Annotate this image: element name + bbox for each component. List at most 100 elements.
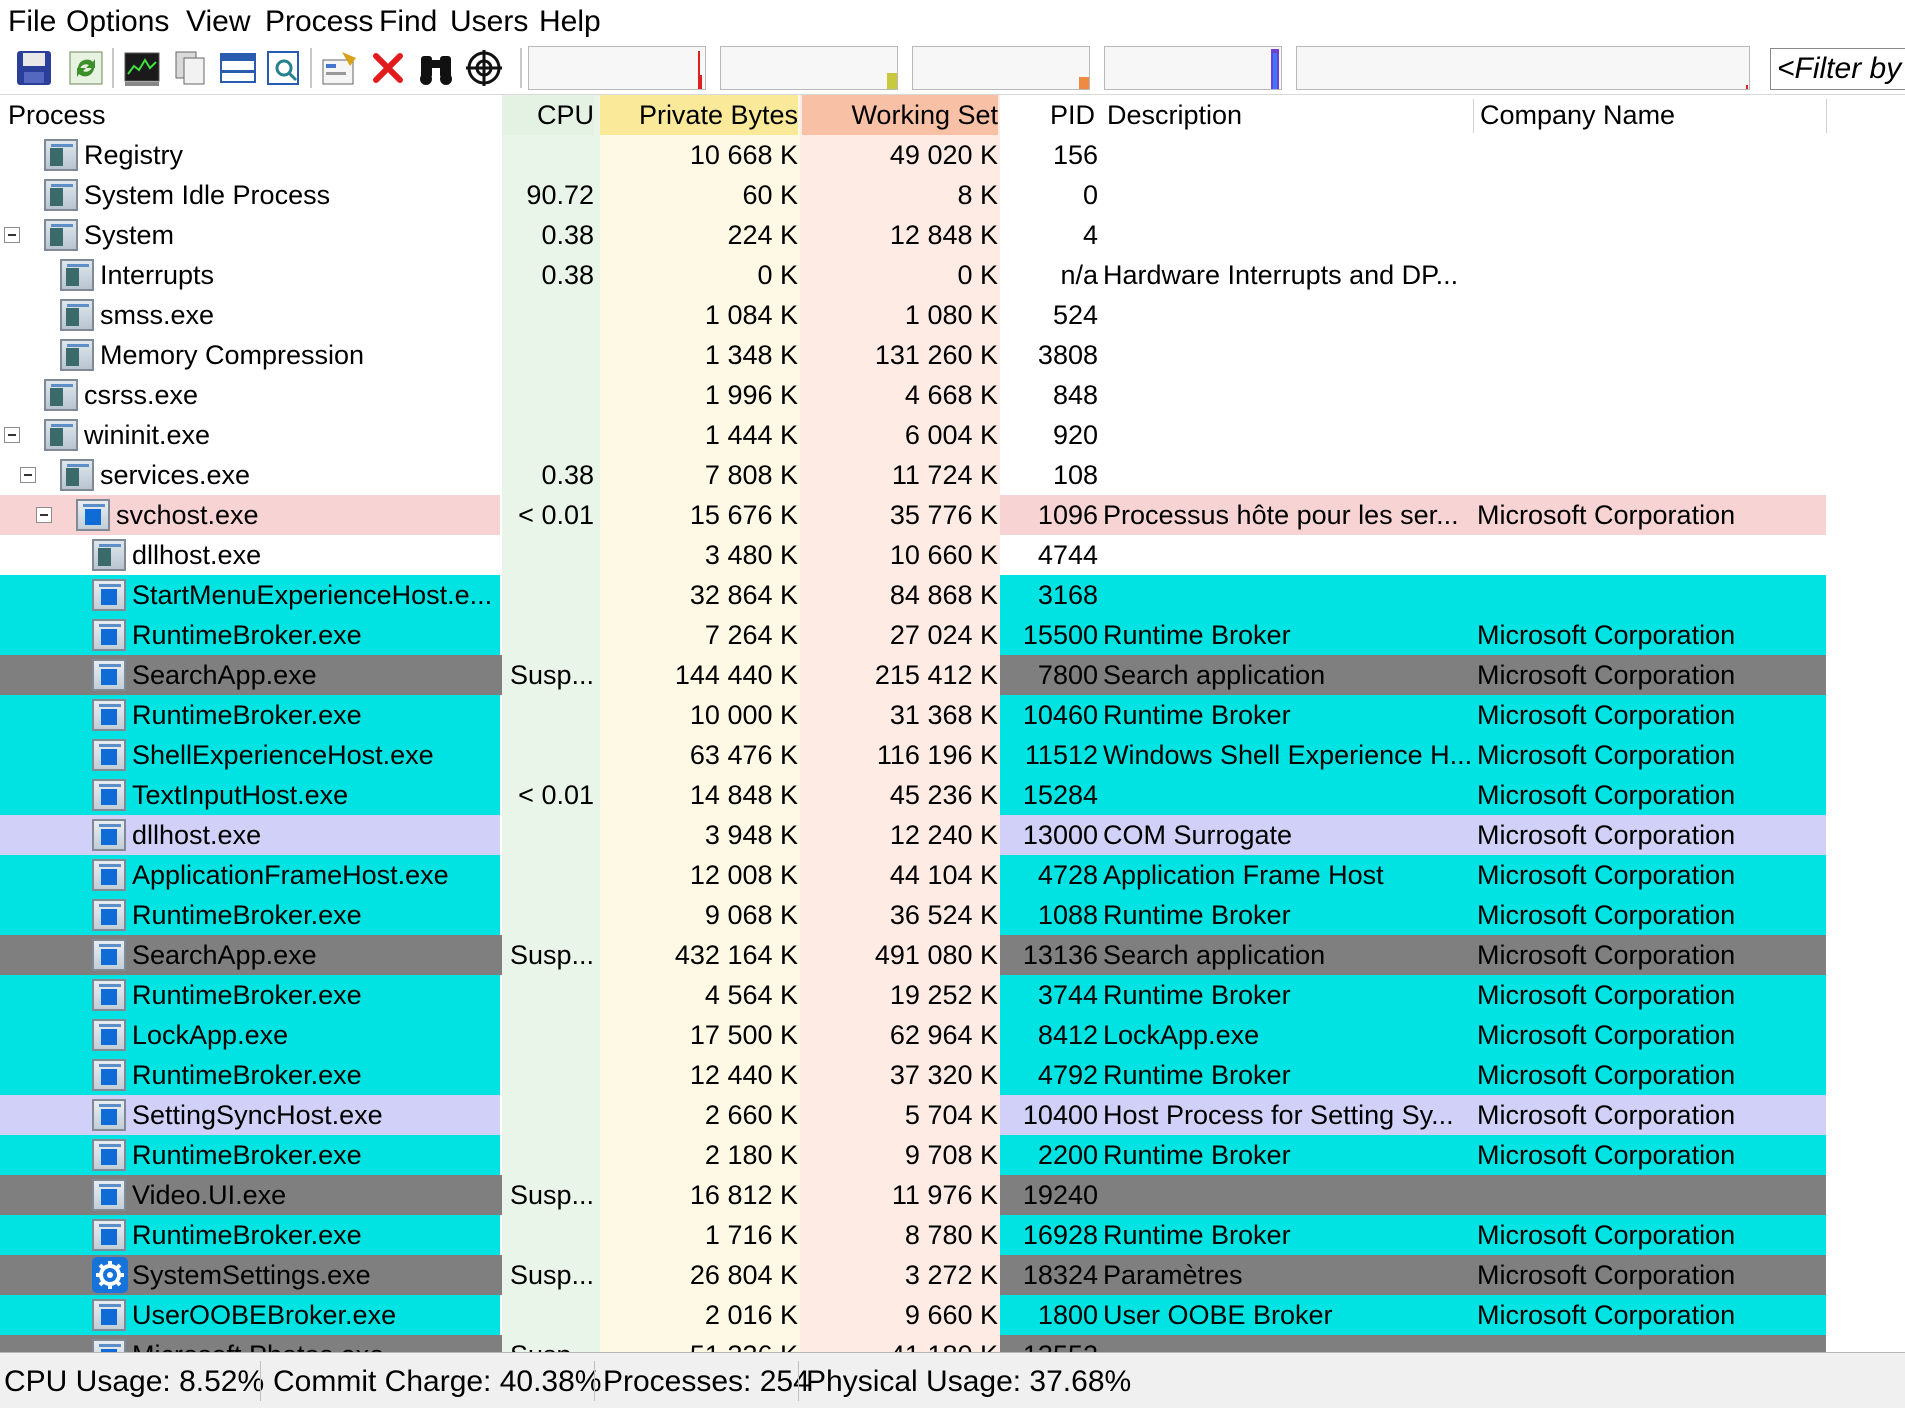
private-bytes-value: 1 716 K xyxy=(704,1220,798,1250)
table-row[interactable]: UserOOBEBroker.exe 2 016 K 9 660 K 1800 User… xyxy=(0,1295,1905,1335)
table-row[interactable]: RuntimeBroker.exe 1 716 K 8 780 K 16928 Runt… xyxy=(0,1215,1905,1255)
window-icon[interactable] xyxy=(216,46,260,90)
table-row[interactable]: wininit.exe 1 444 K 6 004 K 920 xyxy=(0,415,1905,455)
refresh-icon[interactable] xyxy=(64,46,108,90)
copy-icon[interactable] xyxy=(168,46,212,90)
description-value xyxy=(1103,135,1475,175)
table-row[interactable]: SettingSyncHost.exe 2 660 K 5 704 K 10400 Ho… xyxy=(0,1095,1905,1135)
table-row[interactable]: ShellExperienceHost.exe 63 476 K 116 196 K… xyxy=(0,735,1905,775)
io-graph[interactable] xyxy=(912,46,1090,90)
table-row[interactable]: dllhost.exe 3 948 K 12 240 K 13000 COM Surro… xyxy=(0,815,1905,855)
table-row[interactable]: RuntimeBroker.exe 2 180 K 9 708 K 2200 Runti… xyxy=(0,1135,1905,1175)
commit-graph[interactable] xyxy=(720,46,898,90)
column-header-pid[interactable]: PID xyxy=(1000,95,1095,135)
table-row[interactable]: Microsoft.Photos.exeSusp... 51 336 K41 18… xyxy=(0,1335,1905,1352)
company-value: Microsoft Corporation xyxy=(1477,1260,1736,1290)
app-window-icon xyxy=(92,1019,126,1051)
description-value: Runtime Broker xyxy=(1103,700,1291,730)
working-set-value: 116 196 K xyxy=(876,740,998,770)
table-row[interactable]: Interrupts 0.38 0 K 0 K n/a Hardware Interrup… xyxy=(0,255,1905,295)
find-binoculars-icon[interactable] xyxy=(414,46,458,90)
pid-value: 848 xyxy=(1052,380,1098,410)
pid-value: 10400 xyxy=(1022,1100,1098,1130)
table-row[interactable]: svchost.exe < 0.01 15 676 K 35 776 K 1096 Pro… xyxy=(0,495,1905,535)
process-name: ShellExperienceHost.exe xyxy=(132,740,434,770)
working-set-value: 84 868 K xyxy=(889,580,998,610)
menu-process[interactable]: Process xyxy=(265,4,373,40)
target-crosshair-icon[interactable] xyxy=(462,46,506,90)
app-window-icon xyxy=(92,1299,126,1331)
table-row[interactable]: csrss.exe 1 996 K 4 668 K 848 xyxy=(0,375,1905,415)
menu-options[interactable]: Options xyxy=(66,4,169,40)
table-row[interactable]: LockApp.exe 17 500 K 62 964 K 8412 LockApp.e… xyxy=(0,1015,1905,1055)
collapse-toggle-icon[interactable] xyxy=(20,467,36,483)
table-row[interactable]: StartMenuExperienceHost.e... 32 864 K 84 8… xyxy=(0,575,1905,615)
table-row[interactable]: SearchApp.exe Susp... 432 164 K 491 080 K 13… xyxy=(0,935,1905,975)
menu-file[interactable]: File xyxy=(8,4,56,40)
process-name: RuntimeBroker.exe xyxy=(132,1060,362,1090)
cpu-graph[interactable] xyxy=(528,46,706,90)
company-value: Microsoft Corporation xyxy=(1477,940,1736,970)
toolbar-separator xyxy=(310,48,312,88)
menu-help[interactable]: Help xyxy=(539,4,601,40)
process-window-icon xyxy=(60,339,94,371)
table-row[interactable]: Memory Compression 1 348 K 131 260 K 3808 xyxy=(0,335,1905,375)
cpu-value xyxy=(502,695,594,735)
private-bytes-value: 9 068 K xyxy=(704,900,798,930)
process-name: Interrupts xyxy=(100,260,215,290)
process-name: Registry xyxy=(84,140,184,170)
table-row[interactable]: RuntimeBroker.exe 9 068 K 36 524 K 1088 Runt… xyxy=(0,895,1905,935)
table-row[interactable]: services.exe 0.38 7 808 K 11 724 K 108 xyxy=(0,455,1905,495)
description-value xyxy=(1103,335,1475,375)
cpu-usage-status: CPU Usage: 8.52% xyxy=(4,1365,265,1398)
private-bytes-value: 3 480 K xyxy=(704,540,798,570)
private-bytes-value: 3 948 K xyxy=(704,820,798,850)
filter-input[interactable]: <Filter by xyxy=(1770,48,1905,90)
column-header-description[interactable]: Description xyxy=(1107,95,1467,135)
pid-value: 3168 xyxy=(1037,580,1098,610)
app-window-icon xyxy=(76,499,110,531)
table-row[interactable]: ApplicationFrameHost.exe 12 008 K 44 104 K… xyxy=(0,855,1905,895)
app-window-icon xyxy=(92,1059,126,1091)
network-graph[interactable] xyxy=(1104,46,1282,90)
system-info-icon[interactable] xyxy=(120,46,164,90)
collapse-toggle-icon[interactable] xyxy=(36,507,52,523)
private-bytes-value: 51 336 K xyxy=(600,1335,798,1352)
column-header-company[interactable]: Company Name xyxy=(1480,95,1820,135)
table-row[interactable]: SearchApp.exe Susp... 144 440 K 215 412 K 78… xyxy=(0,655,1905,695)
table-row[interactable]: Registry 10 668 K 49 020 K 156 xyxy=(0,135,1905,175)
description-value xyxy=(1103,175,1475,215)
collapse-toggle-icon[interactable] xyxy=(4,227,20,243)
table-row[interactable]: SystemSettings.exe Susp... 26 804 K 3 272 K… xyxy=(0,1255,1905,1295)
table-row[interactable]: dllhost.exe 3 480 K 10 660 K 4744 xyxy=(0,535,1905,575)
column-header-cpu[interactable]: CPU xyxy=(502,95,594,135)
description-value: Hardware Interrupts and DP... xyxy=(1103,260,1459,290)
menu-users[interactable]: Users xyxy=(450,4,528,40)
gpu-graph[interactable] xyxy=(1296,46,1750,90)
status-divider xyxy=(260,1361,261,1401)
private-bytes-value: 15 676 K xyxy=(689,500,798,530)
save-icon[interactable] xyxy=(12,46,56,90)
table-row[interactable]: RuntimeBroker.exe 4 564 K 19 252 K 3744 Runt… xyxy=(0,975,1905,1015)
table-row[interactable]: RuntimeBroker.exe 7 264 K 27 024 K 15500 Run… xyxy=(0,615,1905,655)
column-header-process[interactable]: Process xyxy=(8,95,488,135)
pid-value: 4744 xyxy=(1037,540,1098,570)
table-row[interactable]: RuntimeBroker.exe 10 000 K 31 368 K 10460 Ru… xyxy=(0,695,1905,735)
collapse-toggle-icon[interactable] xyxy=(4,427,20,443)
properties-icon[interactable] xyxy=(318,46,362,90)
app-window-icon xyxy=(92,739,126,771)
column-header-working-set[interactable]: Working Set xyxy=(802,95,998,135)
table-row[interactable]: System 0.38 224 K 12 848 K 4 xyxy=(0,215,1905,255)
cpu-value xyxy=(502,1015,594,1055)
table-row[interactable]: System Idle Process 90.72 60 K 8 K 0 xyxy=(0,175,1905,215)
table-row[interactable]: RuntimeBroker.exe 12 440 K 37 320 K 4792 Run… xyxy=(0,1055,1905,1095)
table-row[interactable]: Video.UI.exe Susp... 16 812 K 11 976 K 19240 xyxy=(0,1175,1905,1215)
kill-process-icon[interactable] xyxy=(366,46,410,90)
dll-search-icon[interactable] xyxy=(262,46,306,90)
column-header-private-bytes[interactable]: Private Bytes xyxy=(600,95,798,135)
table-row[interactable]: smss.exe 1 084 K 1 080 K 524 xyxy=(0,295,1905,335)
cpu-value xyxy=(502,735,594,775)
table-row[interactable]: TextInputHost.exe < 0.01 14 848 K 45 236 K 1… xyxy=(0,775,1905,815)
menu-view[interactable]: View xyxy=(186,4,250,40)
menu-find[interactable]: Find xyxy=(379,4,437,40)
